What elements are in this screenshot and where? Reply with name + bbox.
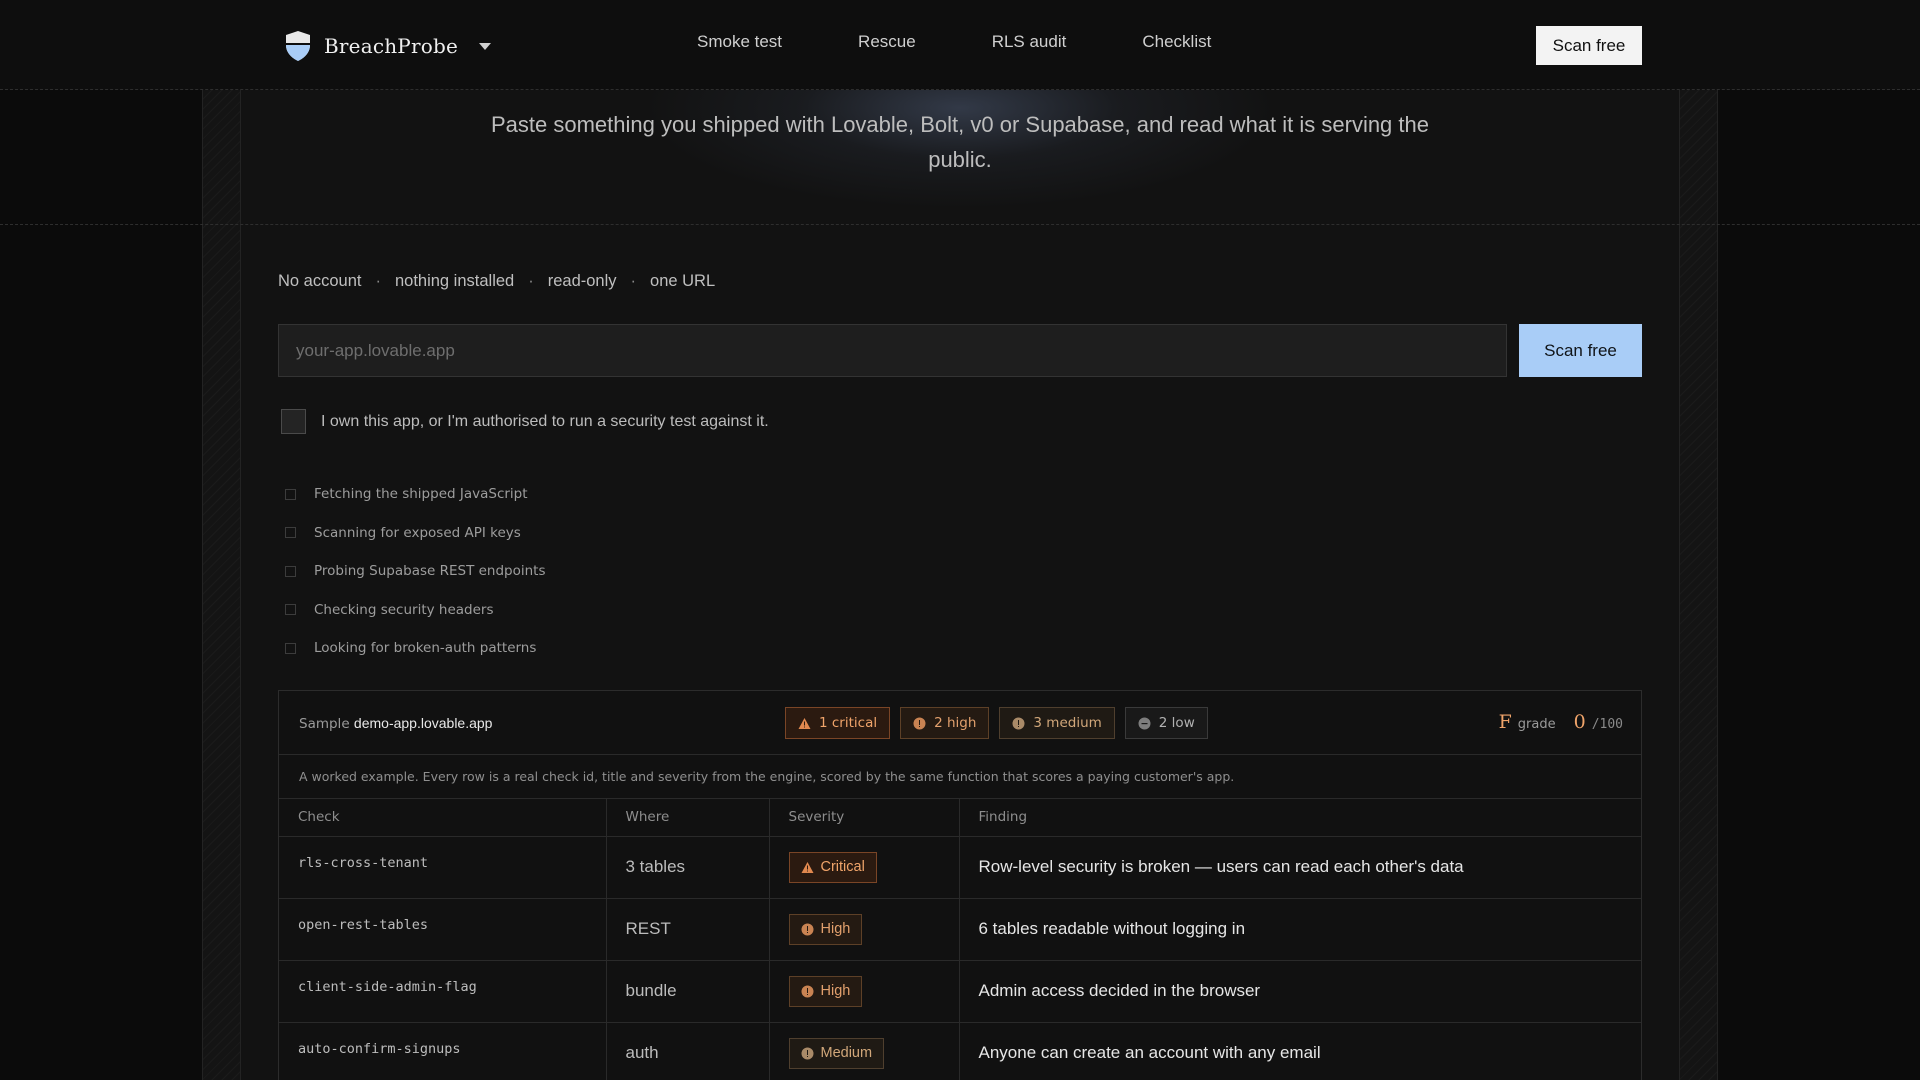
- sample-host: demo-app.lovable.app: [353, 715, 493, 731]
- table-row[interactable]: client-side-admin-flag bundle High Admin…: [279, 960, 1641, 1023]
- report-header: Sample demo-app.lovable.app 1 critical 2…: [279, 691, 1641, 755]
- column-header-severity: Severity: [769, 799, 960, 837]
- nav-smoke-test[interactable]: Smoke test: [697, 32, 782, 52]
- header-scan-free-button[interactable]: Scan free: [1536, 26, 1642, 65]
- consent-label[interactable]: I own this app, or I'm authorised to run…: [321, 413, 769, 431]
- alert-circle-icon: [801, 923, 813, 935]
- grade-letter: F: [1498, 711, 1512, 733]
- perk: nothing installed: [394, 272, 515, 290]
- main-nav: Smoke test Rescue RLS audit Checklist: [697, 32, 1211, 52]
- medium-count-badge: 3 medium: [999, 707, 1115, 739]
- warning-triangle-icon: [801, 861, 813, 873]
- severity-summary: 1 critical 2 high 3 medium 2 low: [785, 707, 1208, 739]
- scan-steps: Fetching the shipped JavaScript Scanning…: [285, 475, 546, 668]
- finding-text: Row-level security is broken — users can…: [959, 836, 1641, 899]
- nav-checklist[interactable]: Checklist: [1142, 32, 1211, 52]
- sample-report-card: Sample demo-app.lovable.app 1 critical 2…: [278, 690, 1642, 1080]
- consent-checkbox[interactable]: [281, 409, 306, 434]
- table-row[interactable]: rls-cross-tenant 3 tables Critical Row-l…: [279, 836, 1641, 899]
- critical-count-badge: 1 critical: [785, 707, 891, 739]
- step-status-icon: [285, 565, 296, 577]
- top-navigation-bar: BreachProbe Smoke test Rescue RLS audit …: [0, 0, 1920, 90]
- table-row[interactable]: auto-confirm-signups auth Medium Anyone …: [279, 1022, 1641, 1080]
- severity-badge: Medium: [788, 1037, 885, 1069]
- check-location: 3 tables: [606, 836, 770, 899]
- step-item: Fetching the shipped JavaScript: [285, 475, 546, 514]
- check-id: client-side-admin-flag: [279, 960, 607, 1023]
- alert-circle-icon: [801, 1047, 813, 1059]
- separator-dot: ·: [528, 272, 534, 290]
- nav-rescue[interactable]: Rescue: [858, 32, 916, 52]
- finding-text: Anyone can create an account with any em…: [959, 1022, 1641, 1080]
- score-value: 0: [1573, 711, 1586, 733]
- check-id: auto-confirm-signups: [279, 1022, 607, 1080]
- perk: read-only: [547, 272, 617, 290]
- check-location: bundle: [606, 960, 770, 1023]
- severity-cell: Critical: [769, 836, 960, 899]
- report-note: A worked example. Every row is a real ch…: [279, 755, 1641, 799]
- minus-circle-icon: [1138, 717, 1151, 729]
- step-status-icon: [285, 527, 296, 539]
- perk: one URL: [650, 272, 716, 290]
- low-count-badge: 2 low: [1124, 707, 1208, 739]
- alert-circle-icon: [1012, 717, 1025, 729]
- column-header-check: Check: [279, 799, 607, 837]
- step-status-icon: [285, 488, 296, 500]
- check-id: rls-cross-tenant: [279, 836, 607, 899]
- severity-badge: High: [788, 913, 863, 945]
- scan-free-button[interactable]: Scan free: [1519, 324, 1642, 377]
- high-count-badge: 2 high: [900, 707, 990, 739]
- finding-text: Admin access decided in the browser: [959, 960, 1641, 1023]
- severity-badge: High: [788, 975, 863, 1007]
- score-max: /100: [1591, 717, 1623, 732]
- brand-name: BreachProbe: [324, 34, 458, 58]
- grade-label: grade: [1517, 717, 1556, 732]
- sample-label: Sample demo-app.lovable.app: [299, 715, 493, 732]
- column-header-finding: Finding: [959, 799, 1641, 837]
- table-header-row: Check Where Severity Finding: [279, 799, 1641, 837]
- brand[interactable]: BreachProbe: [284, 28, 492, 64]
- shield-logo-icon: [286, 31, 310, 61]
- grade-score: F grade 0 /100: [1499, 711, 1623, 733]
- chevron-down-icon[interactable]: [478, 41, 492, 51]
- step-status-icon: [285, 604, 296, 616]
- perk: No account: [278, 272, 362, 290]
- check-id: open-rest-tables: [279, 898, 607, 961]
- column-header-where: Where: [606, 799, 770, 837]
- findings-table: Check Where Severity Finding rls-cross-t…: [279, 799, 1641, 1080]
- warning-triangle-icon: [798, 717, 811, 729]
- nav-rls-audit[interactable]: RLS audit: [992, 32, 1067, 52]
- section-divider: [0, 224, 1920, 225]
- check-location: REST: [606, 898, 770, 961]
- severity-cell: High: [769, 960, 960, 1023]
- severity-cell: High: [769, 898, 960, 961]
- alert-circle-icon: [913, 717, 926, 729]
- separator-dot: ·: [375, 272, 381, 290]
- step-item: Probing Supabase REST endpoints: [285, 552, 546, 591]
- table-row[interactable]: open-rest-tables REST High 6 tables read…: [279, 898, 1641, 961]
- finding-text: 6 tables readable without logging in: [959, 898, 1641, 961]
- separator-dot: ·: [630, 272, 637, 290]
- severity-badge: Critical: [788, 851, 877, 883]
- step-item: Checking security headers: [285, 591, 546, 630]
- step-item: Looking for broken-auth patterns: [285, 629, 546, 668]
- step-item: Scanning for exposed API keys: [285, 514, 546, 553]
- check-location: auth: [606, 1022, 770, 1080]
- consent-row: I own this app, or I'm authorised to run…: [281, 409, 769, 434]
- alert-circle-icon: [801, 985, 813, 997]
- severity-cell: Medium: [769, 1022, 960, 1080]
- perks-list: No account · nothing installed · read-on…: [278, 272, 715, 291]
- left-rail: [202, 90, 241, 1080]
- right-rail: [1679, 90, 1718, 1080]
- hero-subtitle: Paste something you shipped with Lovable…: [490, 112, 1429, 172]
- step-status-icon: [285, 642, 296, 654]
- url-input[interactable]: [278, 324, 1507, 377]
